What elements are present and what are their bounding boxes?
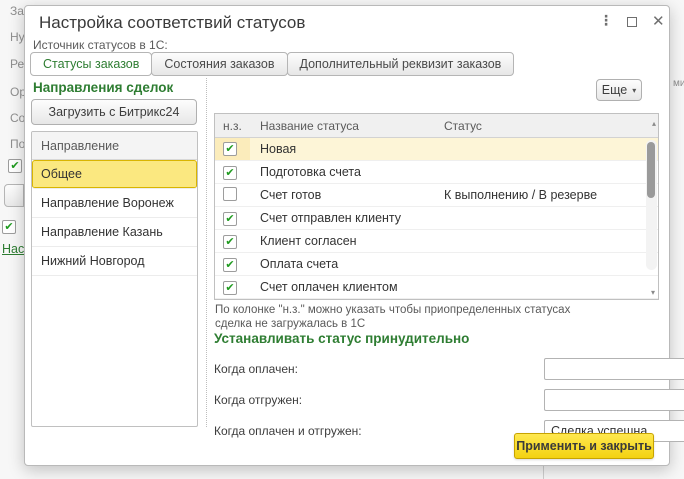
apply-and-close-button[interactable]: Применить и закрыть <box>514 433 654 459</box>
panel-splitter[interactable] <box>206 78 207 427</box>
column-status[interactable]: Статус <box>442 119 658 133</box>
more-button-label: Еще <box>601 83 628 97</box>
background-settings-link[interactable]: Нас <box>2 242 24 256</box>
chevron-down-icon: ▾ <box>632 85 637 95</box>
checkbox-checked-icon[interactable]: ✔ <box>223 234 237 249</box>
background-checkbox-checked[interactable]: ✔ <box>8 159 22 173</box>
nz-cell: ✔ <box>215 211 250 226</box>
table-row[interactable]: ✔ Новая <box>215 138 658 161</box>
when-paid-row: Когда оплачен:▾ <box>214 357 684 380</box>
status-mapping-dialog: Настройка соответствий статусов ⋮ ✕ Исто… <box>24 5 684 466</box>
column-status-name[interactable]: Название статуса <box>250 119 442 133</box>
tab-order-statuses[interactable]: Статусы заказов <box>30 52 153 76</box>
table-row[interactable]: ✔ Счет оплачен клиентом <box>215 276 658 299</box>
when-shipped-row: Когда отгружен:▾ <box>214 388 684 411</box>
column-nz[interactable]: н.з. <box>215 119 250 133</box>
when-paid-label: Когда оплачен: <box>214 361 298 376</box>
table-row[interactable]: Счет готов К выполнению / В резерве <box>215 184 658 207</box>
when-paid-input[interactable] <box>544 357 684 380</box>
force-status-header: Устанавливать статус принудительно <box>214 331 470 346</box>
nz-cell: ✔ <box>215 138 250 160</box>
when-shipped-label: Когда отгружен: <box>214 392 303 407</box>
close-icon[interactable]: ✕ <box>652 12 665 30</box>
directions-list: Направление Общее Направление Воронеж Напр… <box>31 131 198 427</box>
background-text-fragment: Ре <box>10 57 25 71</box>
status-table: н.з. Название статуса Статус ▴ ✔ Новая ✔ По… <box>214 113 659 300</box>
table-row[interactable]: ✔ Счет отправлен клиенту <box>215 207 658 230</box>
background-checkbox-checked-2[interactable]: ✔ <box>2 220 16 234</box>
kebab-menu-icon[interactable]: ⋮ <box>599 12 613 29</box>
nz-cell: ✔ <box>215 257 250 272</box>
background-button-fragment[interactable] <box>4 184 24 207</box>
scroll-down-icon[interactable]: ▾ <box>651 288 655 297</box>
status-value-cell: К выполнению / В резерве <box>444 188 598 202</box>
nz-cell <box>215 186 250 204</box>
nz-note-line1: По колонке "н.з." можно указать чтобы пр… <box>215 304 571 316</box>
status-source-label: Источник статусов в 1С: <box>33 38 168 52</box>
when-paid-and-shipped-row: Когда оплачен и отгружен:▾ <box>214 419 684 442</box>
more-button[interactable]: Еще ▾ <box>596 79 642 101</box>
directions-list-header: Направление <box>32 132 197 160</box>
nz-cell: ✔ <box>215 234 250 249</box>
scroll-up-icon[interactable]: ▴ <box>652 119 656 128</box>
dialog-title: Настройка соответствий статусов <box>39 13 306 32</box>
table-row[interactable]: ✔ Клиент согласен <box>215 230 658 253</box>
status-name-cell: Новая <box>260 142 297 156</box>
background-page: За Ну Ре Ор Со По ✔ ✔ Нас ми Настройка соотве… <box>0 0 684 479</box>
deal-directions-header: Направления сделок <box>33 80 174 95</box>
scrollbar-thumb[interactable] <box>647 142 655 198</box>
checkbox-checked-icon[interactable]: ✔ <box>223 280 237 295</box>
direction-item[interactable]: Направление Казань <box>32 218 197 247</box>
maximize-icon[interactable] <box>627 17 637 27</box>
nz-cell: ✔ <box>215 280 250 295</box>
nz-cell: ✔ <box>215 165 250 180</box>
background-divider-line <box>543 466 544 479</box>
tab-order-states[interactable]: Состояния заказов <box>151 52 288 76</box>
load-from-bitrix24-button[interactable]: Загрузить с Битрикс24 <box>31 99 197 125</box>
table-row[interactable]: ✔ Подготовка счета <box>215 161 658 184</box>
status-source-tabs: Статусы заказов Состояния заказов Дополнит… <box>30 52 515 76</box>
status-name-cell: Подготовка счета <box>260 165 361 179</box>
status-name-cell: Клиент согласен <box>260 234 357 248</box>
when-paid-and-shipped-label: Когда оплачен и отгружен: <box>214 423 362 438</box>
direction-item[interactable]: Направление Воронеж <box>32 189 197 218</box>
checkbox-checked-icon[interactable]: ✔ <box>223 165 237 180</box>
status-name-cell: Счет готов <box>260 188 322 202</box>
nz-column-note: По колонке "н.з." можно указать чтобы пр… <box>215 303 570 331</box>
direction-item[interactable]: Нижний Новгород <box>32 247 197 276</box>
status-name-cell: Счет оплачен клиентом <box>260 280 398 294</box>
table-row[interactable]: ✔ Оплата счета <box>215 253 658 276</box>
background-text-fragment: За <box>10 4 24 18</box>
checkbox-unchecked-icon[interactable] <box>223 186 237 201</box>
status-name-cell: Счет отправлен клиенту <box>260 211 402 225</box>
background-text-fragment: Ну <box>10 30 25 44</box>
background-right-fragment: ми <box>673 78 684 89</box>
table-scrollbar[interactable] <box>646 140 657 270</box>
status-table-header: н.з. Название статуса Статус ▴ <box>215 114 658 138</box>
status-name-cell: Оплата счета <box>260 257 339 271</box>
checkbox-checked-icon[interactable]: ✔ <box>223 211 237 226</box>
nz-note-line2: сделка не загружалась в 1С <box>215 318 366 330</box>
when-shipped-input[interactable] <box>544 388 684 411</box>
direction-item[interactable]: Общее <box>32 160 197 189</box>
tab-order-extra-attribute[interactable]: Дополнительный реквизит заказов <box>286 52 515 76</box>
checkbox-checked-icon[interactable]: ✔ <box>223 142 237 156</box>
checkbox-checked-icon[interactable]: ✔ <box>223 257 237 272</box>
